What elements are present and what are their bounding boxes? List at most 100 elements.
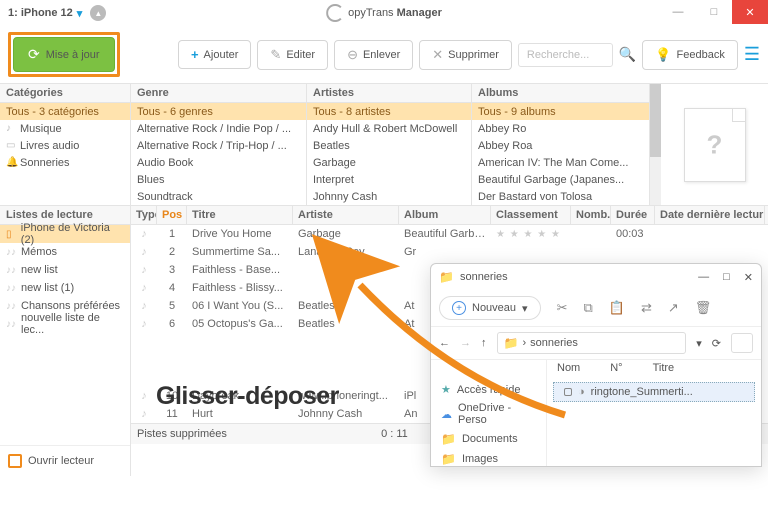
col-album[interactable]: Album — [399, 206, 491, 224]
col-nomb[interactable]: Nomb. — [571, 206, 611, 224]
delete-button[interactable]: ✕Supprimer — [419, 40, 512, 70]
explorer-file-item[interactable]: ◑ringtone_Summerti... — [553, 382, 755, 402]
col-date[interactable]: Date dernière lectur — [655, 206, 765, 224]
genres-all[interactable]: Tous - 6 genres — [131, 103, 306, 120]
track-type-icon: ♪ — [131, 244, 157, 260]
track-artist: Garbage — [293, 226, 399, 242]
album-item[interactable]: Der Bastard von Tolosa — [472, 188, 649, 205]
track-dur — [611, 250, 655, 254]
menu-icon[interactable]: ☰ — [744, 44, 760, 65]
device-selector[interactable]: 1: iPhone 12 ▾ — [8, 7, 82, 20]
deleted-tracks[interactable]: Pistes supprimées — [137, 428, 227, 440]
genre-item[interactable]: Alternative Rock / Trip-Hop / ... — [131, 137, 306, 154]
sidebar-onedrive[interactable]: ☁OneDrive - Perso — [431, 399, 546, 429]
album-item[interactable]: American IV: The Man Come... — [472, 154, 649, 171]
up-icon[interactable]: ↑ — [481, 337, 487, 349]
track-row[interactable]: ♪1Drive You HomeGarbageBeautiful Garba..… — [131, 225, 768, 243]
search-input[interactable]: Recherche... — [518, 43, 613, 67]
explorer-close[interactable]: ✕ — [744, 271, 753, 284]
trash-icon[interactable]: 🗑 — [695, 300, 712, 316]
cut-icon[interactable]: ✂ — [557, 300, 568, 316]
category-item[interactable]: ♪Musique — [0, 120, 130, 137]
explorer-col-title[interactable]: Titre — [653, 362, 675, 374]
track-type-icon: ♪ — [131, 280, 157, 296]
sidebar-images[interactable]: 📁Images — [431, 449, 546, 467]
delete-label: Supprimer — [448, 49, 499, 61]
album-item[interactable]: Abbey Ro — [472, 120, 649, 137]
playlist-item[interactable]: ♪♪Mémos — [0, 243, 130, 261]
note-icon: ♪♪ — [6, 265, 16, 276]
cloud-icon: ☁ — [441, 408, 452, 421]
track-artist — [293, 278, 399, 298]
artist-item[interactable]: Johnny Cash — [307, 188, 471, 205]
device-label: 1: iPhone 12 — [8, 7, 73, 19]
sidebar-quick-access[interactable]: ★Accès rapide — [431, 380, 546, 399]
open-player-button[interactable]: Ouvrir lecteur — [0, 445, 130, 476]
minimize-button[interactable]: — — [660, 0, 696, 24]
sidebar-documents[interactable]: 📁Documents — [431, 429, 546, 449]
genre-item[interactable]: Audio Book — [131, 154, 306, 171]
close-button[interactable]: ✕ — [732, 0, 768, 24]
col-pos[interactable]: Pos — [157, 206, 187, 224]
track-type-icon: ♪ — [131, 406, 157, 422]
genre-item[interactable]: Alternative Rock / Indie Pop / ... — [131, 120, 306, 137]
artist-item[interactable]: Andy Hull & Robert McDowell — [307, 120, 471, 137]
track-title: Drive You Home — [187, 226, 293, 242]
add-button[interactable]: +Ajouter — [178, 40, 251, 69]
eject-button[interactable]: ▲ — [90, 5, 106, 21]
album-item[interactable]: Beautiful Garbage (Japanes... — [472, 171, 649, 188]
search-icon[interactable]: 🔍 — [619, 46, 636, 63]
genre-item[interactable]: Soundtrack — [131, 188, 306, 205]
refresh-icon[interactable]: ⟳ — [712, 337, 721, 350]
paste-icon[interactable]: 📋 — [609, 300, 625, 316]
chevron-down-icon[interactable]: ▾ — [696, 337, 702, 350]
track-row[interactable]: ♪2Summertime Sa...Lana Del ReyGr — [131, 243, 768, 261]
minus-icon: ⊖ — [347, 47, 358, 63]
artist-item[interactable]: Interpret — [307, 171, 471, 188]
playlist-device[interactable]: ▯iPhone de Victoria (2) — [0, 225, 130, 243]
col-rank[interactable]: Classement — [491, 206, 571, 224]
track-nomb — [571, 250, 611, 254]
edit-button[interactable]: ✎Editer — [257, 40, 328, 70]
col-artist[interactable]: Artiste — [293, 206, 399, 224]
artist-item[interactable]: Garbage — [307, 154, 471, 171]
explorer-minimize[interactable]: — — [698, 271, 709, 284]
explorer-maximize[interactable]: □ — [723, 271, 730, 284]
albums-all[interactable]: Tous - 9 albums — [472, 103, 649, 120]
feedback-button[interactable]: 💡Feedback — [642, 40, 738, 70]
playlist-item[interactable]: ♪♪new list (1) — [0, 279, 130, 297]
rename-icon[interactable]: ⇄ — [641, 300, 652, 316]
playlist-item[interactable]: ♪♪nouvelle liste de lec... — [0, 315, 130, 333]
col-type[interactable]: Type — [131, 206, 157, 224]
album-item[interactable]: Abbey Roa — [472, 137, 649, 154]
explorer-path[interactable]: 📁›sonneries — [497, 332, 687, 354]
track-rating — [491, 250, 571, 254]
artist-item[interactable]: Beatles — [307, 137, 471, 154]
genre-item[interactable]: Blues — [131, 171, 306, 188]
update-button[interactable]: ⟳ Mise à jour — [13, 37, 115, 72]
track-artist: Lana Del Rey — [293, 244, 399, 260]
artists-all[interactable]: Tous - 8 artistes — [307, 103, 471, 120]
categories-header: Catégories — [0, 84, 130, 103]
maximize-button[interactable]: □ — [696, 0, 732, 24]
track-nomb — [571, 232, 611, 236]
col-title[interactable]: Titre — [187, 206, 293, 224]
chevron-down-icon: ▾ — [77, 7, 83, 20]
explorer-toolbar: +Nouveau▾ ✂ ⧉ 📋 ⇄ ↗ 🗑 — [431, 290, 761, 327]
explorer-nav: ← → ↑ 📁›sonneries ▾ ⟳ — [431, 327, 761, 360]
remove-button[interactable]: ⊖Enlever — [334, 40, 413, 70]
explorer-col-name[interactable]: Nom — [557, 362, 580, 374]
categories-all[interactable]: Tous - 3 catégories — [0, 103, 130, 120]
back-icon[interactable]: ← — [439, 337, 450, 349]
explorer-new-button[interactable]: +Nouveau▾ — [439, 296, 541, 320]
forward-icon[interactable]: → — [460, 337, 471, 349]
albums-scrollbar[interactable] — [649, 84, 661, 205]
share-icon[interactable]: ↗ — [668, 300, 679, 316]
col-dur[interactable]: Durée — [611, 206, 655, 224]
copy-icon[interactable]: ⧉ — [583, 300, 592, 316]
playlist-item[interactable]: ♪♪new list — [0, 261, 130, 279]
category-item[interactable]: ▭Livres audio — [0, 137, 130, 154]
explorer-col-num[interactable]: N° — [610, 362, 622, 374]
explorer-search[interactable] — [731, 333, 753, 353]
category-item[interactable]: 🔔Sonneries — [0, 154, 130, 171]
